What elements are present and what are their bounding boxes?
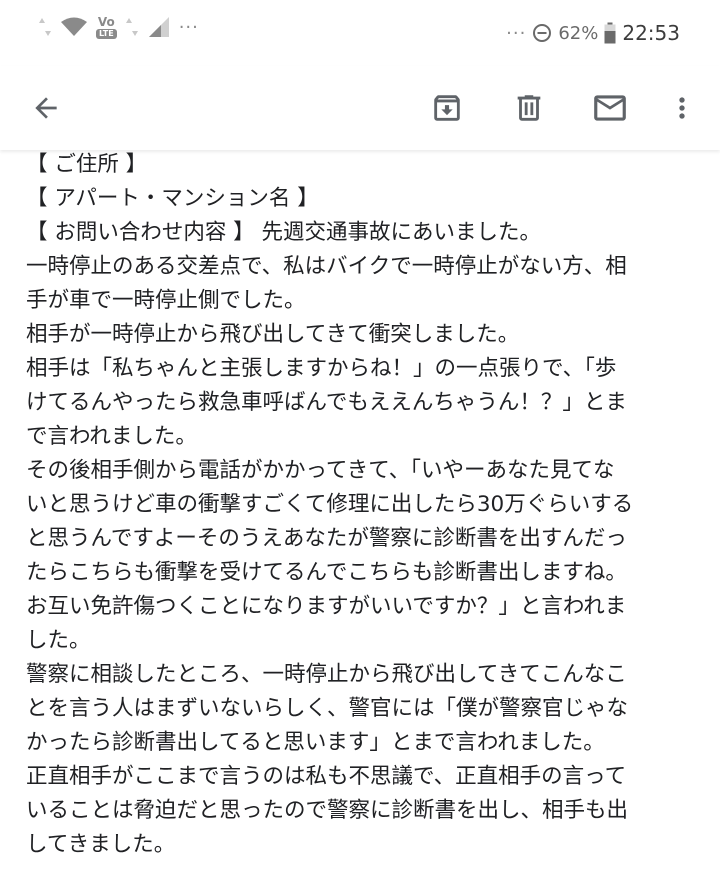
message-line: お互い免許傷つくことになりますがいいですか？」と言われま (26, 594, 627, 619)
more-vert-icon (679, 97, 685, 119)
back-arrow-icon (35, 97, 57, 119)
message-line: してきました。 (26, 832, 176, 857)
message-line: 正直相手がここまで言うのは私も不思議で、正直相手の言って (26, 764, 627, 789)
mobile-data-activity-icon (125, 18, 138, 36)
message-line: 【 アパート・マンション名 】 (26, 186, 319, 211)
notification-dots: ··· (178, 16, 199, 38)
battery-percent: 62% (558, 22, 599, 44)
wifi-icon (61, 17, 87, 36)
email-toolbar (0, 66, 720, 150)
status-dots: ··· (506, 22, 527, 44)
delete-icon (517, 95, 541, 121)
message-line: けてるんやったら救急車呼ばんでもええんちゃうん！？」とま (26, 390, 627, 415)
clock: 22:53 (622, 21, 680, 45)
message-body[interactable]: 【 ご住所 】 【 アパート・マンション名 】 【 お問い合わせ内容 】 先週交… (0, 150, 720, 877)
message-line: たらこちらも衝撃を受けてるんでこちらも診断書出しますね。 (26, 560, 627, 585)
message-line: と思うんですよーそのうえあなたが警察に診断書を出すんだっ (26, 526, 627, 551)
message-line: 相手が一時停止から飛び出してきて衝突しました。 (26, 322, 520, 347)
mark-unread-button[interactable] (584, 82, 636, 134)
volte-icon: Vo LTE (96, 14, 117, 39)
message-line: で言われました。 (26, 424, 197, 449)
status-bar: Vo LTE ··· ··· 62% 22:53 (0, 0, 720, 66)
message-line: 相手は「私ちゃんと主張しますからね！」の一点張りで、「歩 (26, 356, 617, 381)
message-line: 警察に相談したところ、一時停止から飛び出してきてこんなこ (26, 662, 627, 687)
back-button[interactable] (20, 82, 72, 134)
mail-icon (594, 95, 626, 121)
more-options-button[interactable] (656, 82, 708, 134)
message-line: その後相手側から電話がかかってきて、「いやーあなた見てな (26, 458, 615, 483)
message-line: かったら診断書出してると思います」とまで言われました。 (26, 730, 605, 755)
message-line: 手が車で一時停止側でした。 (26, 288, 306, 313)
battery-icon (604, 22, 616, 44)
message-line: いと思うけど車の衝撃すごくて修理に出したら30万ぐらいする (26, 492, 634, 517)
message-line: とを言う人はまずいないらしく、警官には「僕が警察官じゃな (26, 696, 629, 721)
archive-button[interactable] (421, 82, 473, 134)
message-line: 【 ご住所 】 (26, 152, 148, 177)
message-line: 【 お問い合わせ内容 】 先週交通事故にあいました。 (26, 220, 542, 245)
cell-signal-icon (148, 17, 169, 37)
archive-icon (434, 95, 460, 121)
status-bar-right: ··· 62% 22:53 (506, 18, 680, 48)
do-not-disturb-icon (533, 24, 552, 42)
status-bar-left: Vo LTE ··· (38, 14, 199, 40)
data-activity-icon (39, 18, 51, 36)
message-line: した。 (26, 628, 91, 653)
message-line: 一時停止のある交差点で、私はバイクで一時停止がない方、相 (26, 254, 627, 279)
message-line: いることは脅迫だと思ったので警察に診断書を出し、相手も出 (26, 798, 629, 823)
delete-button[interactable] (503, 82, 555, 134)
